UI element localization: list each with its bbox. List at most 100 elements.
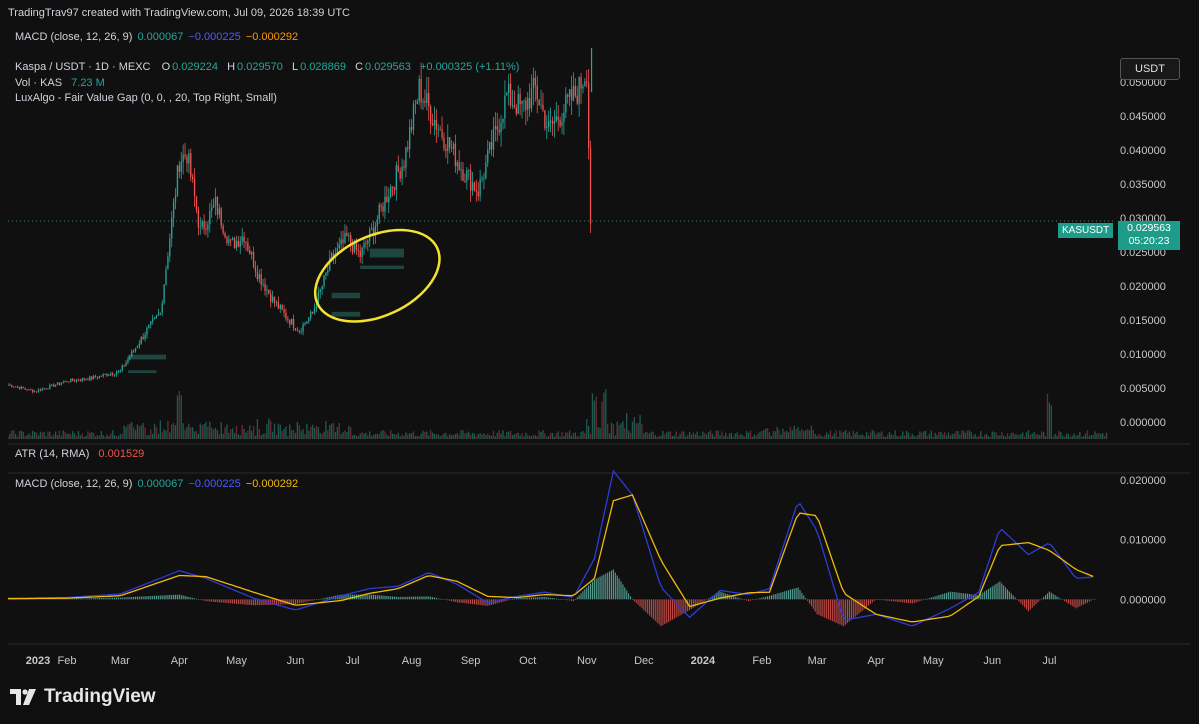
macd-histogram-bar bbox=[987, 588, 990, 600]
volume-bar bbox=[696, 431, 698, 439]
volume-bar bbox=[928, 433, 931, 439]
volume-bar bbox=[1096, 433, 1098, 439]
top-macd-legend[interactable]: MACD (close, 12, 26, 9) 0.000067 −0.0002… bbox=[15, 31, 300, 43]
volume-bar bbox=[1082, 436, 1085, 439]
volume-bar bbox=[363, 433, 365, 439]
macd-histogram-bar bbox=[313, 599, 316, 601]
macd-histogram-bar bbox=[629, 596, 632, 600]
price-candle bbox=[306, 321, 308, 324]
price-candle bbox=[548, 121, 550, 127]
indicator-legend[interactable]: LuxAlgo - Fair Value Gap (0, 0, , 20, To… bbox=[15, 92, 279, 104]
top-macd-label: MACD (close, 12, 26, 9) bbox=[15, 31, 133, 43]
volume-legend[interactable]: Vol · KAS 7.23 M bbox=[15, 77, 107, 89]
macd-histogram-bar bbox=[991, 586, 993, 600]
volume-bar bbox=[110, 433, 112, 439]
volume-bar bbox=[765, 428, 767, 439]
macd-histogram-bar bbox=[401, 596, 403, 600]
macd-histogram-bar bbox=[664, 599, 666, 625]
macd-histogram-bar bbox=[852, 599, 854, 619]
macd-histogram-bar bbox=[812, 599, 814, 609]
price-candle bbox=[81, 378, 83, 381]
tradingview-brand[interactable]: TradingView bbox=[10, 686, 156, 708]
open-value: 0.029224 bbox=[172, 61, 219, 73]
price-candle bbox=[41, 388, 43, 391]
volume-bar bbox=[909, 436, 912, 439]
price-candle bbox=[538, 99, 540, 106]
macd-histogram-bar bbox=[921, 599, 923, 601]
volume-bar bbox=[608, 433, 611, 439]
currency-selector[interactable]: USDT bbox=[1120, 58, 1180, 80]
macd-histogram-bar bbox=[607, 572, 609, 600]
price-candle bbox=[260, 274, 262, 285]
price-candle bbox=[386, 196, 388, 203]
macd-histogram-bar bbox=[860, 599, 862, 612]
volume-bar bbox=[192, 427, 194, 439]
macd-histogram-bar bbox=[108, 597, 110, 600]
macd-histogram-bar bbox=[1056, 596, 1058, 600]
price-candle bbox=[26, 389, 28, 391]
time-axis-tick: Oct bbox=[519, 655, 536, 667]
volume-bar bbox=[985, 433, 988, 439]
volume-bar bbox=[534, 435, 537, 439]
volume-bar bbox=[869, 432, 872, 439]
macd-histogram-bar bbox=[184, 595, 186, 600]
price-candle bbox=[108, 375, 110, 376]
macd-histogram-bar bbox=[816, 599, 818, 615]
price-candle bbox=[340, 239, 342, 245]
price-candle bbox=[567, 94, 569, 97]
price-candle bbox=[431, 123, 434, 126]
chart-canvas[interactable]: 0.000000 0.005000 0.010000 0.015000 0.020000… bbox=[7, 28, 1190, 668]
macd-histogram-bar bbox=[154, 595, 156, 600]
macd-histogram-bar bbox=[898, 599, 900, 602]
volume-bar bbox=[673, 435, 675, 439]
chart-frame[interactable]: 0.000000 0.005000 0.010000 0.015000 0.020000… bbox=[7, 28, 1190, 668]
price-candle bbox=[561, 121, 563, 126]
low-value: 0.028869 bbox=[300, 61, 346, 73]
time-axis-tick: Nov bbox=[577, 655, 597, 667]
macd-histogram-bar bbox=[612, 569, 614, 600]
volume-bar bbox=[683, 431, 685, 439]
volume-bar bbox=[283, 428, 285, 439]
macd-histogram-bar bbox=[142, 596, 144, 600]
price-candle bbox=[370, 228, 373, 230]
macd-histogram-bar bbox=[658, 599, 660, 625]
macd-histogram-bar bbox=[241, 599, 243, 605]
volume-bar bbox=[129, 423, 131, 439]
macd-histogram-bar bbox=[102, 597, 104, 600]
price-candle bbox=[218, 208, 220, 215]
volume-bar bbox=[1042, 432, 1045, 439]
macd-histogram-bar bbox=[829, 599, 832, 621]
macd-histogram-bar bbox=[1033, 599, 1035, 606]
macd-histogram-bar bbox=[708, 598, 710, 600]
macd-legend[interactable]: MACD (close, 12, 26, 9) 0.000067 −0.0002… bbox=[15, 478, 300, 490]
volume-bar bbox=[546, 436, 548, 439]
volume-bar bbox=[881, 431, 883, 439]
volume-bar bbox=[1048, 402, 1051, 439]
volume-bar bbox=[70, 434, 72, 439]
price-legend[interactable]: Kaspa / USDT · 1D · MEXC O 0.029224 H 0.02… bbox=[15, 61, 521, 73]
price-candle bbox=[412, 104, 415, 130]
price-candle bbox=[536, 85, 538, 100]
macd-histogram-bar bbox=[180, 595, 182, 600]
macd-histogram-bar bbox=[578, 595, 580, 600]
macd-histogram-bar bbox=[319, 598, 321, 600]
volume-bar bbox=[464, 433, 466, 439]
macd-histogram-bar bbox=[818, 599, 820, 616]
macd-histogram-bar bbox=[256, 599, 258, 606]
volume-bar bbox=[412, 431, 415, 439]
volume-bar bbox=[858, 434, 860, 439]
macd-histogram-bar bbox=[106, 597, 108, 600]
volume-bar bbox=[1058, 431, 1060, 439]
macd-histogram-bar bbox=[1075, 599, 1077, 609]
volume-bar bbox=[1033, 431, 1035, 439]
atr-legend[interactable]: ATR (14, RMA) 0.001529 bbox=[15, 448, 146, 460]
volume-bar bbox=[256, 419, 259, 439]
volume-bar bbox=[616, 421, 618, 439]
volume-bar bbox=[749, 430, 752, 439]
price-candle bbox=[351, 244, 354, 253]
macd-histogram-bar bbox=[589, 583, 592, 600]
macd-histogram-bar bbox=[435, 597, 437, 600]
macd-histogram-bar bbox=[930, 597, 932, 600]
volume-bar bbox=[435, 434, 438, 439]
volume-bar bbox=[469, 434, 472, 439]
